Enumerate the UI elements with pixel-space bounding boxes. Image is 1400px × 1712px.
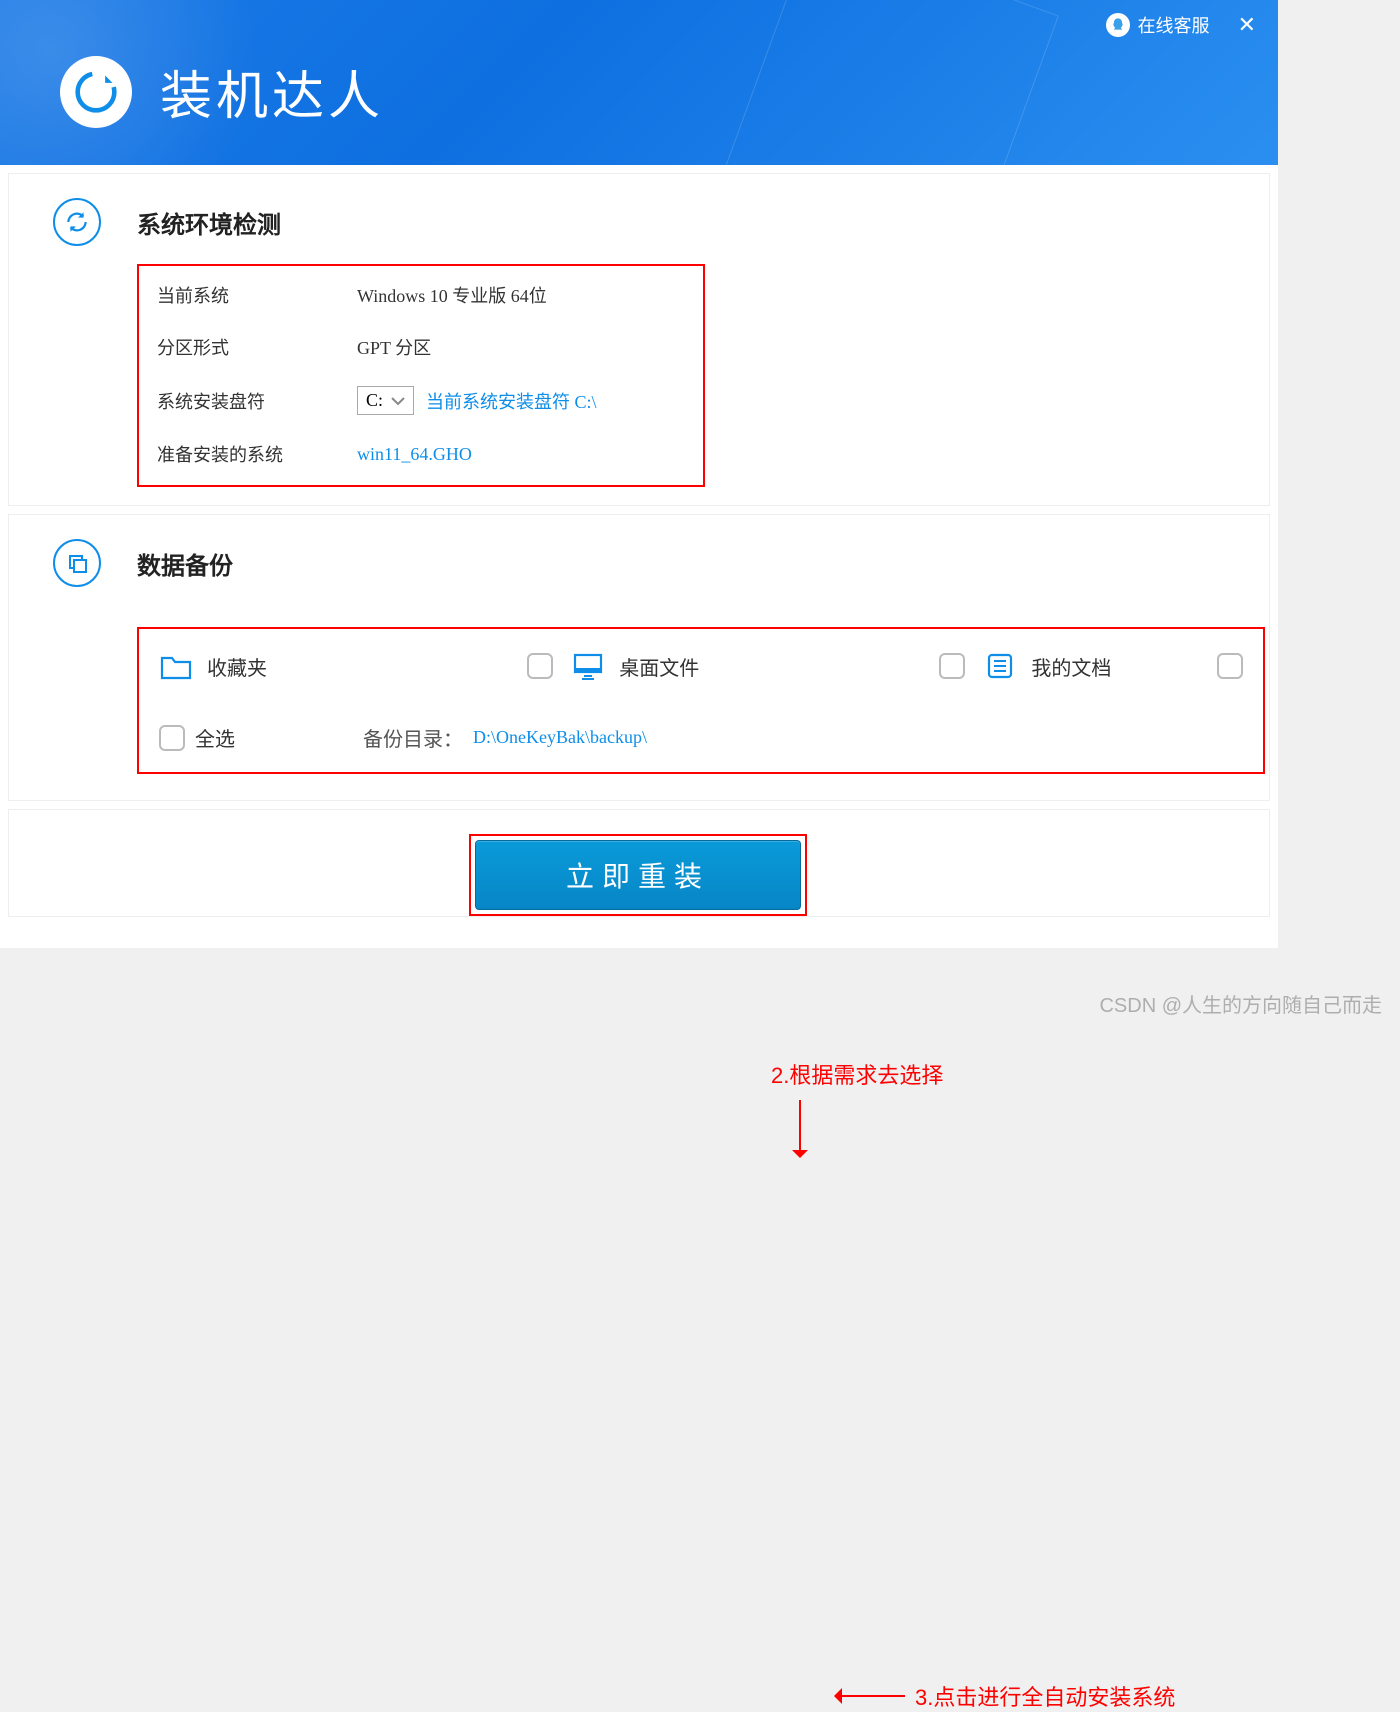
env-row-target: 准备安装的系统 win11_64.GHO: [157, 441, 685, 467]
qq-icon: [1106, 13, 1130, 37]
backup-items-row: 收藏夹 桌面文件: [159, 651, 1243, 681]
env-panel-header: 系统环境检测: [53, 198, 1225, 246]
favorites-checkbox[interactable]: [527, 653, 553, 679]
annotation-3: 3.点击进行全自动安装系统: [835, 1680, 1175, 1712]
backup-highlight-box: 收藏夹 桌面文件: [137, 627, 1265, 774]
refresh-icon: [53, 198, 101, 246]
env-panel: 系统环境检测 当前系统 Windows 10 专业版 64位 分区形式 GPT …: [8, 173, 1270, 506]
app-logo-icon: [60, 56, 132, 128]
annotation-2-text: 2.根据需求去选择: [771, 1058, 943, 1090]
backup-bottom-row: 全选 备份目录： D:\OneKeyBak\backup\: [159, 723, 1243, 752]
drive-select-value: C:: [366, 390, 383, 411]
app-name: 装机达人: [160, 54, 384, 129]
env-row-drive: 系统安装盘符 C: 当前系统安装盘符 C:\: [157, 386, 685, 415]
annotation-3-text: 3.点击进行全自动安装系统: [915, 1680, 1175, 1712]
chevron-down-icon: [391, 396, 405, 406]
backup-title: 数据备份: [137, 546, 233, 581]
env-row-partition: 分区形式 GPT 分区: [157, 334, 685, 360]
select-all-label: 全选: [195, 723, 235, 752]
backup-dir: 备份目录： D:\OneKeyBak\backup\: [363, 723, 647, 752]
select-all-checkbox[interactable]: [159, 725, 185, 751]
online-service-label: 在线客服: [1138, 12, 1210, 38]
watermark: CSDN @人生的方向随自己而走: [1099, 989, 1382, 1018]
documents-checkbox[interactable]: [1217, 653, 1243, 679]
monitor-icon: [571, 651, 605, 681]
env-label-os: 当前系统: [157, 282, 357, 308]
reinstall-button[interactable]: 立即重装: [475, 840, 801, 910]
document-icon: [983, 651, 1017, 681]
drive-hint: 当前系统安装盘符 C:\: [426, 388, 597, 414]
env-label-target: 准备安装的系统: [157, 441, 357, 467]
env-label-drive: 系统安装盘符: [157, 388, 357, 414]
backup-panel: 数据备份 2.根据需求去选择 收藏夹: [8, 514, 1270, 801]
copy-icon: [53, 539, 101, 587]
footer-panel: 立即重装 3.点击进行全自动安装系统: [8, 809, 1270, 917]
annotation-2: 2.根据需求去选择: [771, 1058, 943, 1156]
favorites-label: 收藏夹: [207, 652, 267, 681]
env-row-os: 当前系统 Windows 10 专业版 64位: [157, 282, 685, 308]
app-title: 装机达人: [60, 54, 384, 129]
env-label-partition: 分区形式: [157, 334, 357, 360]
backup-dir-value[interactable]: D:\OneKeyBak\backup\: [473, 727, 647, 748]
env-highlight-box: 当前系统 Windows 10 专业版 64位 分区形式 GPT 分区 系统安装…: [137, 264, 705, 487]
folder-icon: [159, 651, 193, 681]
backup-dir-label: 备份目录：: [363, 723, 463, 752]
backup-panel-header: 数据备份: [53, 539, 1225, 587]
topbar: 在线客服 ✕: [1106, 12, 1260, 38]
backup-item-favorites: 收藏夹: [159, 651, 553, 681]
reinstall-highlight-box: 立即重装: [469, 834, 807, 916]
documents-label: 我的文档: [1031, 652, 1111, 681]
env-value-target[interactable]: win11_64.GHO: [357, 444, 472, 465]
desktop-label: 桌面文件: [619, 652, 699, 681]
desktop-checkbox[interactable]: [939, 653, 965, 679]
arrow-icon: [835, 1695, 905, 1697]
content-area: 系统环境检测 当前系统 Windows 10 专业版 64位 分区形式 GPT …: [0, 165, 1278, 925]
app-window: 在线客服 ✕ 装机达人 系统环境检测 当前系统 Windows 10 专业版: [0, 0, 1278, 948]
close-button[interactable]: ✕: [1234, 12, 1260, 38]
backup-item-desktop: 桌面文件: [571, 651, 965, 681]
titlebar: 在线客服 ✕ 装机达人: [0, 0, 1278, 165]
arrow-icon: [799, 1100, 801, 1156]
backup-item-documents: 我的文档: [983, 651, 1243, 681]
drive-select[interactable]: C:: [357, 386, 414, 415]
online-service-link[interactable]: 在线客服: [1106, 12, 1210, 38]
env-value-partition: GPT 分区: [357, 334, 431, 360]
env-value-os: Windows 10 专业版 64位: [357, 282, 547, 308]
env-title: 系统环境检测: [137, 205, 281, 240]
